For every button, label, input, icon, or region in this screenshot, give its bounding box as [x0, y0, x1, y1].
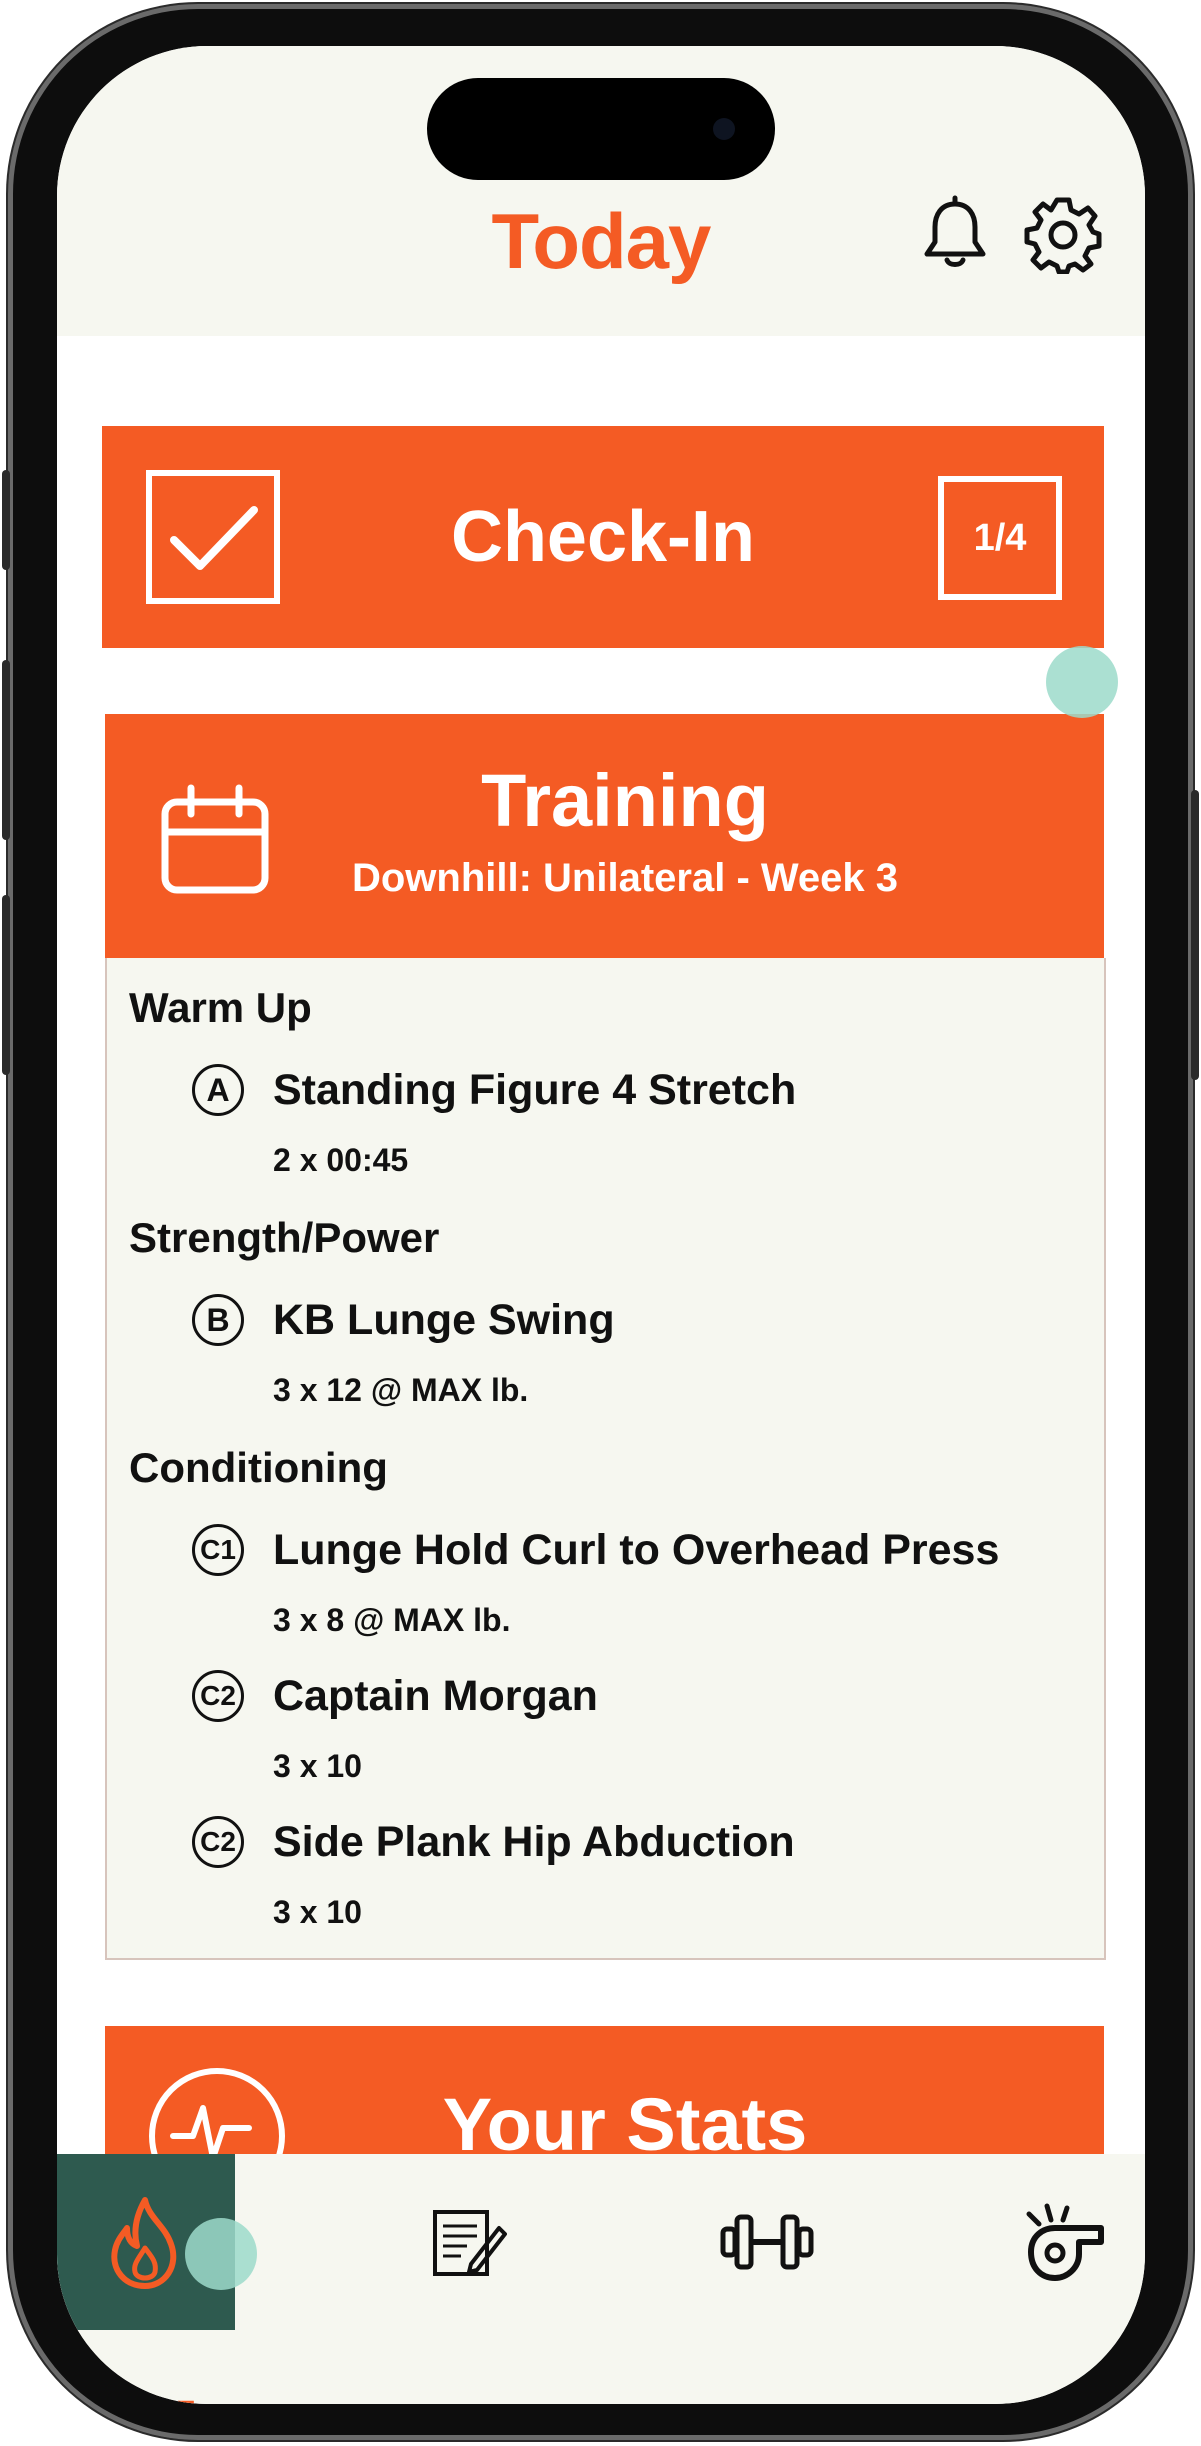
- exercise-badge: C2: [192, 1670, 244, 1722]
- exercise-badge: C2: [192, 1816, 244, 1868]
- exercise-name[interactable]: Side Plank Hip Abduction: [273, 1818, 795, 1867]
- training-card-body: Warm Up A Standing Figure 4 Stretch 2 x …: [105, 958, 1106, 1960]
- section-label-warm-up: Warm Up: [129, 984, 312, 1031]
- training-program-subtitle: Downhill: Unilateral - Week 3: [351, 856, 899, 900]
- tab-notes[interactable]: [397, 2154, 537, 2330]
- training-title: Training: [481, 759, 769, 842]
- touch-indicator: [1046, 646, 1118, 718]
- dynamic-island: [427, 78, 775, 180]
- exercise-name[interactable]: Standing Figure 4 Stretch: [273, 1066, 796, 1115]
- exercise-name[interactable]: Captain Morgan: [273, 1672, 598, 1721]
- tab-label-peek: –: [177, 2382, 197, 2404]
- exercise-badge: A: [192, 1064, 244, 1116]
- exercise-detail: 3 x 10: [273, 1748, 362, 1784]
- screen: Today Check-In 1/4 Training Downhill: Un…: [57, 46, 1145, 2404]
- tab-coach[interactable]: [997, 2154, 1127, 2330]
- exercise-detail: 3 x 12 @ MAX lb.: [273, 1372, 529, 1408]
- section-label-conditioning: Conditioning: [129, 1444, 388, 1491]
- checkin-progress-badge: 1/4: [938, 476, 1062, 600]
- checkin-card[interactable]: Check-In 1/4: [102, 426, 1104, 648]
- bell-icon[interactable]: [915, 194, 995, 274]
- flame-icon: [111, 2197, 177, 2289]
- training-card-header[interactable]: Training Downhill: Unilateral - Week 3: [105, 714, 1104, 958]
- exercise-detail: 3 x 10: [273, 1894, 362, 1930]
- touch-indicator: [185, 2218, 257, 2290]
- dumbbell-icon: [720, 2214, 814, 2270]
- whistle-icon: [1026, 2203, 1104, 2281]
- tab-workouts[interactable]: [697, 2154, 837, 2330]
- notes-icon: [433, 2210, 507, 2276]
- side-button-volume-down: [2, 895, 10, 1075]
- front-camera: [713, 118, 735, 140]
- exercise-name[interactable]: KB Lunge Swing: [273, 1296, 615, 1345]
- section-label-strength-power: Strength/Power: [129, 1214, 440, 1261]
- side-button-power: [1191, 790, 1199, 1080]
- side-button-mute: [2, 470, 10, 570]
- exercise-detail: 2 x 00:45: [273, 1142, 409, 1178]
- gear-icon[interactable]: [1023, 194, 1103, 274]
- side-button-volume-up: [2, 660, 10, 840]
- exercise-badge: B: [192, 1294, 244, 1346]
- exercise-name[interactable]: Lunge Hold Curl to Overhead Press: [273, 1526, 999, 1575]
- exercise-detail: 3 x 8 @ MAX lb.: [273, 1602, 511, 1638]
- exercise-badge: C1: [192, 1524, 244, 1576]
